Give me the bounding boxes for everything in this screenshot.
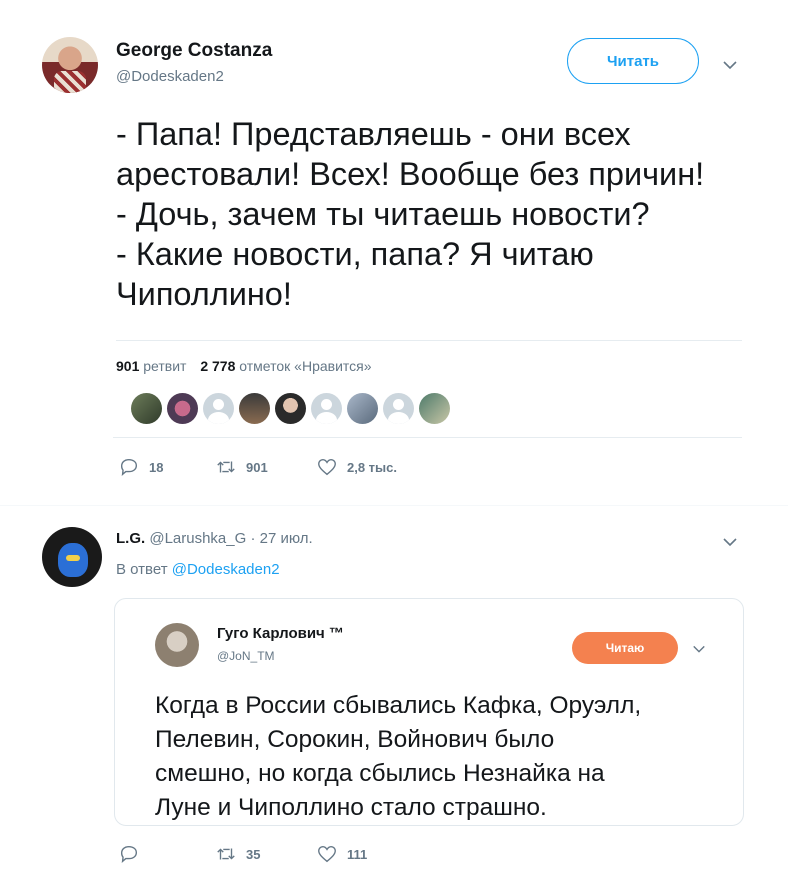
retweet-count: 901 bbox=[246, 459, 268, 475]
quoted-text-line: Пелевин, Сорокин, Войнович было bbox=[155, 726, 555, 753]
retweets-count[interactable]: 901 bbox=[116, 358, 139, 374]
main-tweet: George Costanza @Dodeskaden2 Читать - Па… bbox=[0, 0, 788, 505]
liker-avatar[interactable] bbox=[383, 393, 414, 424]
avatar[interactable] bbox=[42, 37, 98, 93]
retweet-icon bbox=[217, 461, 235, 473]
in-reply-label: В ответ bbox=[116, 561, 168, 578]
in-reply-to: В ответ @Dodeskaden2 bbox=[116, 561, 280, 578]
embedded-tweet[interactable]: Гуго Карлович ™ @JoN_TM Читаю Когда в Ро… bbox=[114, 598, 744, 826]
quoted-author-handle[interactable]: @JoN_TM bbox=[217, 649, 275, 663]
like-count: 111 bbox=[347, 846, 368, 862]
retweets-label[interactable]: ретвит bbox=[143, 358, 186, 374]
quoted-tweet-text: Когда в России сбывались Кафка, Оруэлл, … bbox=[155, 689, 725, 825]
reply-action[interactable] bbox=[118, 843, 215, 865]
reply-icon bbox=[120, 845, 138, 863]
liker-avatar[interactable] bbox=[419, 393, 450, 424]
divider bbox=[0, 505, 788, 506]
reply-icon bbox=[120, 458, 138, 476]
quoted-author-name[interactable]: Гуго Карлович ™ bbox=[217, 625, 344, 642]
chevron-down-icon[interactable] bbox=[722, 57, 738, 73]
divider bbox=[116, 340, 742, 341]
tweet-stats: 901 ретвит 2 778 отметок «Нравится» bbox=[116, 358, 372, 374]
following-button[interactable]: Читаю bbox=[572, 632, 678, 664]
tweet-text-line: - Какие новости, папа? Я читаю bbox=[116, 236, 594, 272]
avatar[interactable] bbox=[42, 527, 102, 587]
tweet-actions: 18 901 2,8 тыс. bbox=[118, 456, 397, 478]
in-reply-handle-link[interactable]: @Dodeskaden2 bbox=[172, 561, 280, 578]
like-count: 2,8 тыс. bbox=[347, 459, 397, 475]
avatar[interactable] bbox=[155, 623, 199, 667]
liker-avatar[interactable] bbox=[347, 393, 378, 424]
liker-avatars bbox=[131, 393, 450, 425]
author-handle[interactable]: @Larushka_G bbox=[149, 530, 246, 547]
liker-avatar[interactable] bbox=[167, 393, 198, 424]
likes-label[interactable]: отметок «Нравится» bbox=[239, 358, 371, 374]
liker-avatar[interactable] bbox=[311, 393, 342, 424]
tweet-text-line: Чиполлино! bbox=[116, 276, 292, 312]
reply-action[interactable]: 18 bbox=[118, 456, 215, 478]
chevron-down-icon[interactable] bbox=[692, 642, 706, 656]
author-name[interactable]: George Costanza bbox=[116, 40, 272, 62]
heart-icon bbox=[318, 845, 336, 863]
timestamp[interactable]: · 27 июл. bbox=[250, 530, 312, 547]
like-action[interactable]: 2,8 тыс. bbox=[316, 456, 397, 478]
retweet-count: 35 bbox=[246, 846, 261, 862]
tweet-text-line: - Папа! Представляешь - они всех bbox=[116, 116, 631, 152]
like-action[interactable]: 111 bbox=[316, 843, 367, 865]
author-handle[interactable]: @Dodeskaden2 bbox=[116, 68, 224, 85]
liker-avatar[interactable] bbox=[203, 393, 234, 424]
author-name[interactable]: L.G. bbox=[116, 530, 145, 547]
divider bbox=[113, 437, 742, 438]
tweet-text-line: арестовали! Всех! Вообще без причин! bbox=[116, 156, 705, 192]
reply-count: 18 bbox=[149, 459, 164, 475]
tweet-text-line: - Дочь, зачем ты читаешь новости? bbox=[116, 196, 650, 232]
reply-header: L.G. @Larushka_G · 27 июл. bbox=[116, 530, 313, 547]
retweet-action[interactable]: 35 bbox=[215, 843, 316, 865]
heart-icon bbox=[318, 458, 336, 476]
quoted-text-line: Луне и Чиполлино стало страшно. bbox=[155, 794, 547, 821]
retweet-icon bbox=[217, 848, 235, 860]
liker-avatar[interactable] bbox=[239, 393, 270, 424]
tweet-text: - Папа! Представляешь - они всех арестов… bbox=[116, 114, 756, 314]
likes-count[interactable]: 2 778 bbox=[200, 358, 235, 374]
retweet-action[interactable]: 901 bbox=[215, 456, 316, 478]
quoted-text-line: смешно, но когда сбылись Незнайка на bbox=[155, 760, 605, 787]
chevron-down-icon[interactable] bbox=[722, 534, 738, 550]
quoted-text-line: Когда в России сбывались Кафка, Оруэлл, bbox=[155, 692, 642, 719]
reply-actions: 35 111 bbox=[118, 843, 367, 865]
liker-avatar[interactable] bbox=[275, 393, 306, 424]
follow-button[interactable]: Читать bbox=[567, 38, 699, 84]
liker-avatar[interactable] bbox=[131, 393, 162, 424]
